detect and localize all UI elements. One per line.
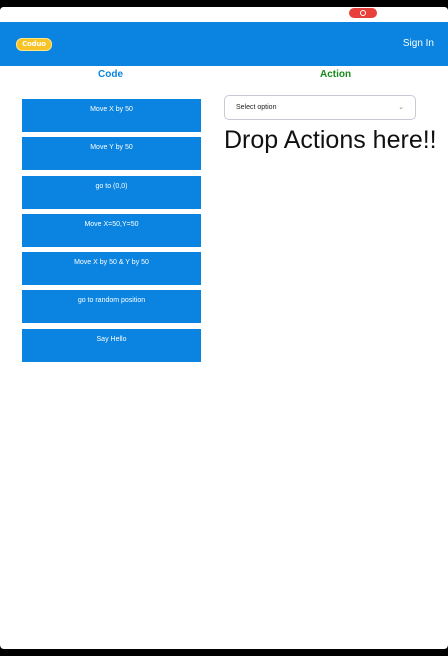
action-column-title: Action xyxy=(320,69,352,80)
status-bar xyxy=(0,7,448,22)
chevron-down-icon: ⌄ xyxy=(398,104,404,111)
code-block-move-x[interactable]: Move X by 50 xyxy=(22,99,201,132)
sign-in-link[interactable]: Sign In xyxy=(403,38,434,50)
code-block-list: Move X by 50 Move Y by 50 go to (0,0) Mo… xyxy=(22,99,201,367)
code-block-say-hello[interactable]: Say Hello xyxy=(22,328,201,362)
code-block-go-to-origin[interactable]: go to (0,0) xyxy=(22,175,201,209)
record-icon xyxy=(360,10,366,16)
app-screen: Coduo Sign In Code Action Move X by 50 M… xyxy=(0,7,448,649)
code-block-move-xy-set[interactable]: Move X=50,Y=50 xyxy=(22,213,201,247)
code-block-random-position[interactable]: go to random position xyxy=(22,290,201,324)
action-select-value: Select option xyxy=(236,104,277,111)
home-indicator[interactable] xyxy=(150,642,298,645)
action-select[interactable]: Select option ⌄ xyxy=(224,95,416,120)
app-header: Coduo Sign In xyxy=(0,22,448,66)
screen-recording-indicator xyxy=(349,8,377,18)
code-block-move-y[interactable]: Move Y by 50 xyxy=(22,137,201,171)
drop-zone-text: Drop Actions here!! xyxy=(224,126,437,154)
code-column-title: Code xyxy=(98,69,123,80)
logo[interactable]: Coduo xyxy=(16,38,52,51)
code-block-move-x-and-y[interactable]: Move X by 50 & Y by 50 xyxy=(22,252,201,286)
